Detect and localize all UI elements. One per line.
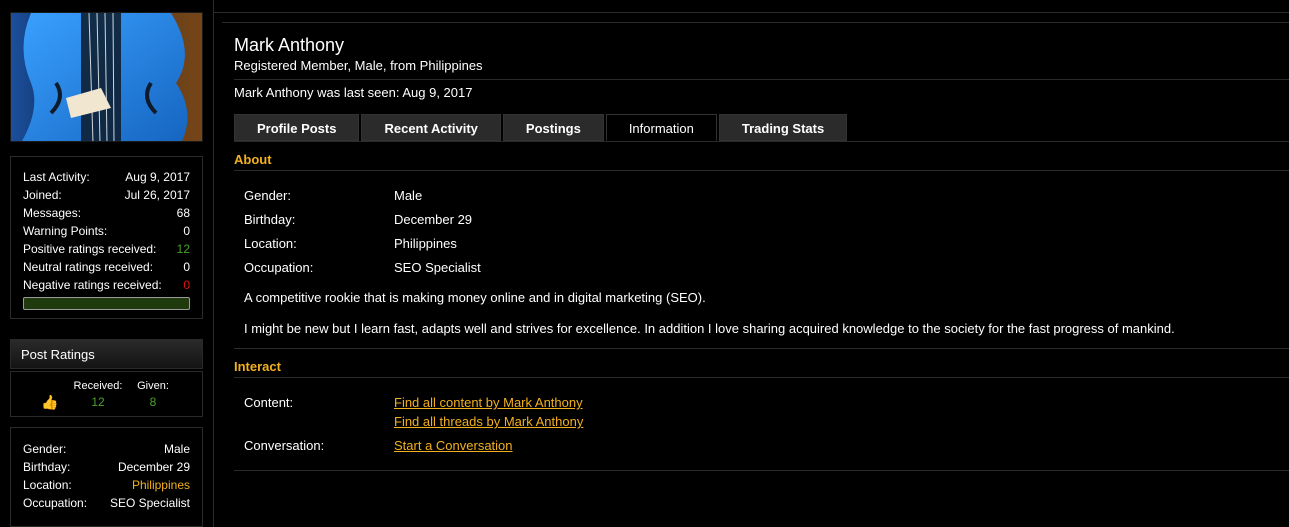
stat-label: Last Activity: bbox=[23, 170, 90, 184]
ratings-given-value: 8 bbox=[149, 395, 157, 409]
interact-conversation: Conversation: Start a Conversation bbox=[244, 438, 944, 456]
stat-value: Aug 9, 2017 bbox=[125, 170, 190, 184]
tab-recent-activity[interactable]: Recent Activity bbox=[361, 114, 501, 141]
member-subtitle: Registered Member, Male, from Philippine… bbox=[234, 58, 483, 73]
divider bbox=[222, 22, 1289, 23]
info-row: Occupation: SEO Specialist bbox=[23, 494, 190, 512]
about-paragraph: A competitive rookie that is making mone… bbox=[244, 290, 706, 305]
ratings-given-label: Given: bbox=[137, 380, 169, 392]
field-value: Male bbox=[394, 188, 423, 203]
ratings-received-label: Received: bbox=[73, 380, 123, 392]
post-ratings-title: Post Ratings bbox=[10, 339, 203, 369]
member-info: Gender: Male Birthday: December 29 Location:… bbox=[10, 427, 203, 527]
stat-value: 68 bbox=[176, 206, 190, 220]
stat-value: Jul 26, 2017 bbox=[124, 188, 190, 202]
divider bbox=[214, 12, 1289, 13]
field-label: Location: bbox=[244, 236, 297, 251]
avatar-violin-image bbox=[11, 13, 202, 141]
find-all-content-link[interactable]: Find all content by Mark Anthony bbox=[394, 395, 583, 410]
divider bbox=[234, 348, 1289, 349]
interact-content: Content: Find all content by Mark Anthon… bbox=[244, 395, 944, 429]
thumbs-up-icon: 👍 bbox=[41, 394, 59, 410]
rating-bar bbox=[23, 297, 190, 310]
conversation-label: Conversation: bbox=[244, 438, 325, 453]
field-value: December 29 bbox=[394, 212, 473, 227]
interact-heading: Interact bbox=[234, 359, 281, 374]
content-label: Content: bbox=[244, 395, 294, 410]
divider bbox=[234, 79, 1289, 80]
field-value: SEO Specialist bbox=[394, 260, 481, 275]
info-label: Birthday: bbox=[23, 460, 71, 474]
info-label: Location: bbox=[23, 478, 72, 492]
tab-profile-posts[interactable]: Profile Posts bbox=[234, 114, 360, 141]
last-seen: Mark Anthony was last seen: Aug 9, 2017 bbox=[234, 85, 473, 100]
ratings-received-value: 12 bbox=[91, 395, 105, 409]
stat-value: 12 bbox=[176, 242, 190, 256]
avatar[interactable] bbox=[10, 12, 203, 142]
info-row: Birthday: December 29 bbox=[23, 458, 190, 476]
stat-row: Neutral ratings received: 0 bbox=[23, 258, 190, 276]
info-value: December 29 bbox=[117, 460, 190, 474]
info-label: Gender: bbox=[23, 442, 67, 456]
member-stats: Last Activity: Aug 9, 2017 Joined: Jul 26, … bbox=[10, 156, 203, 319]
post-ratings-box: 👍 Received: 12 Given: 8 bbox=[10, 371, 203, 417]
field-label: Gender: bbox=[244, 188, 291, 203]
stat-label: Positive ratings received: bbox=[23, 242, 157, 256]
stat-value: 0 bbox=[183, 224, 190, 238]
info-row: Gender: Male bbox=[23, 440, 190, 458]
field-label: Occupation: bbox=[244, 260, 314, 275]
divider bbox=[234, 377, 1289, 378]
stat-label: Warning Points: bbox=[23, 224, 108, 238]
profile-sidebar: Last Activity: Aug 9, 2017 Joined: Jul 26, … bbox=[10, 12, 203, 527]
info-value: SEO Specialist bbox=[109, 496, 190, 510]
ratings-given[interactable]: Given: 8 bbox=[135, 380, 171, 409]
info-label: Occupation: bbox=[23, 496, 88, 510]
stat-row: Warning Points: 0 bbox=[23, 222, 190, 240]
profile-tabs: Profile Posts Recent Activity Postings Info… bbox=[234, 114, 849, 141]
stat-row: Last Activity: Aug 9, 2017 bbox=[23, 168, 190, 186]
stat-row: Messages: 68 bbox=[23, 204, 190, 222]
tab-information[interactable]: Information bbox=[605, 114, 717, 141]
field-value: Philippines bbox=[394, 236, 457, 251]
info-value: Male bbox=[163, 442, 190, 456]
field-label: Birthday: bbox=[244, 212, 296, 227]
profile-main: Mark Anthony Registered Member, Male, fr… bbox=[213, 0, 1289, 527]
stat-label: Negative ratings received: bbox=[23, 278, 162, 292]
stat-label: Messages: bbox=[23, 206, 82, 220]
about-paragraph: I might be new but I learn fast, adapts … bbox=[244, 321, 1175, 336]
divider bbox=[234, 170, 1289, 171]
stat-row: Positive ratings received: 12 bbox=[23, 240, 190, 258]
info-value[interactable]: Philippines bbox=[132, 476, 190, 494]
stat-value: 0 bbox=[183, 260, 190, 274]
tab-trading-stats[interactable]: Trading Stats bbox=[718, 114, 848, 141]
tab-postings[interactable]: Postings bbox=[502, 114, 604, 141]
about-heading: About bbox=[234, 152, 272, 167]
stat-row: Negative ratings received: 0 bbox=[23, 276, 190, 294]
info-row: Location: Philippines bbox=[23, 476, 190, 494]
stat-row: Joined: Jul 26, 2017 bbox=[23, 186, 190, 204]
divider bbox=[234, 470, 1289, 471]
divider bbox=[234, 141, 1289, 142]
ratings-received[interactable]: Received: 12 bbox=[72, 380, 124, 409]
stat-label: Joined: bbox=[23, 188, 62, 202]
stat-value: 0 bbox=[183, 278, 190, 292]
start-conversation-link[interactable]: Start a Conversation bbox=[394, 438, 513, 453]
find-all-threads-link[interactable]: Find all threads by Mark Anthony bbox=[394, 414, 583, 429]
stat-label: Neutral ratings received: bbox=[23, 260, 154, 274]
member-name: Mark Anthony bbox=[234, 35, 345, 55]
